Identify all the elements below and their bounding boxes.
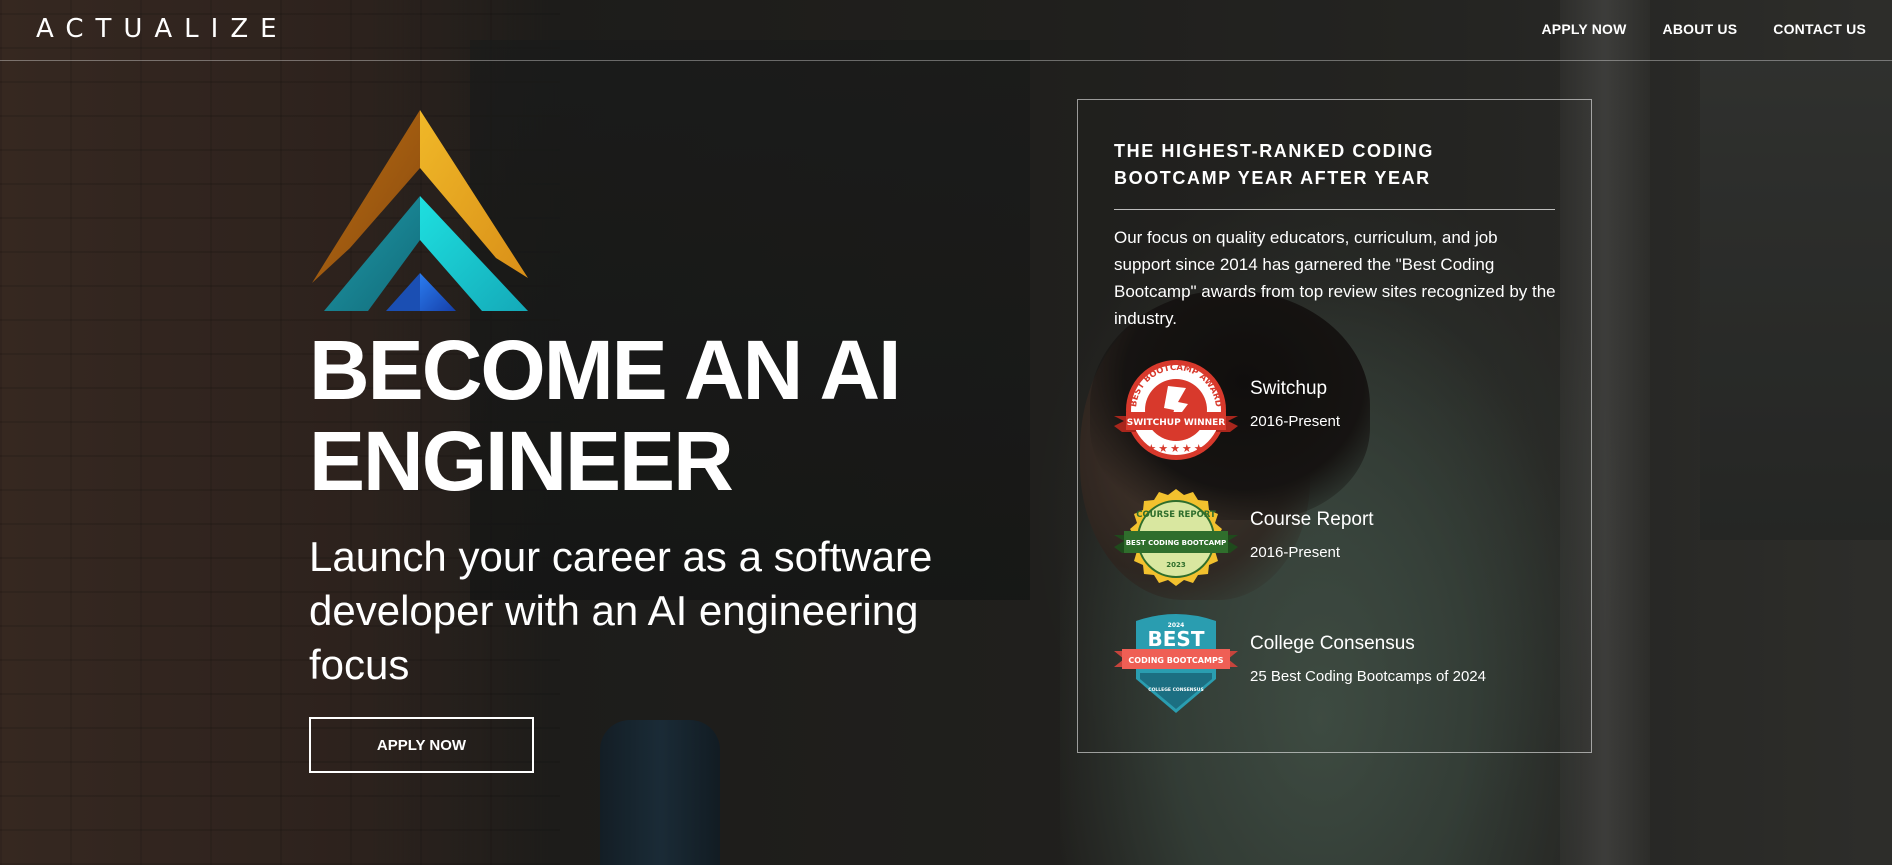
award-college-consensus: 2024 BEST CODING BOOTCAMPS COLLEGE CONSE… [1114, 613, 1564, 723]
hero-title-line-2: ENGINEER [309, 414, 734, 508]
nav-about-us[interactable]: ABOUT US [1663, 21, 1738, 37]
college-consensus-badge-title: BEST [1148, 627, 1205, 651]
awards-divider [1114, 209, 1555, 210]
awards-panel: THE HIGHEST-RANKED CODING BOOTCAMP YEAR … [1077, 99, 1592, 753]
nav-contact-us[interactable]: CONTACT US [1773, 21, 1866, 37]
course-report-badge-top-text: COURSE REPORT [1136, 510, 1216, 520]
hero-subtitle: Launch your career as a software develop… [309, 533, 933, 688]
college-consensus-award-badge-icon: 2024 BEST CODING BOOTCAMPS COLLEGE CONSE… [1114, 614, 1238, 713]
hero-title-line-1: BECOME AN AI [309, 323, 901, 417]
site-header: ACTUALIZE APPLY NOW ABOUT US CONTACT US [0, 0, 1892, 61]
award-switchup: BEST BOOTCAMP AWARD SWITCHUP WINNER ★★★★… [1114, 358, 1564, 468]
switchup-badge-ribbon-text: SWITCHUP WINNER [1127, 418, 1226, 428]
college-consensus-badge-footer-text: COLLEGE CONSENSUS [1148, 687, 1203, 693]
award-name: Switchup [1250, 378, 1328, 399]
award-name: College Consensus [1250, 633, 1415, 654]
awards-description: Our focus on quality educators, curricul… [1114, 228, 1556, 328]
actualize-mountain-logo-icon [312, 110, 528, 311]
award-course-report: COURSE REPORT BEST CODING BOOTCAMP 2023 … [1114, 489, 1564, 599]
top-nav: APPLY NOW ABOUT US CONTACT US [1542, 21, 1867, 37]
course-report-badge-ribbon-text: BEST CODING BOOTCAMP [1126, 539, 1227, 547]
award-period: 2016-Present [1250, 544, 1341, 561]
award-period: 25 Best Coding Bootcamps of 2024 [1250, 668, 1486, 685]
brand-logo-text[interactable]: ACTUALIZE [36, 14, 289, 44]
svg-text:★★★★★: ★★★★★ [1146, 442, 1205, 455]
nav-apply-now[interactable]: APPLY NOW [1542, 21, 1627, 37]
award-period: 2016-Present [1250, 413, 1341, 430]
course-report-badge-year: 2023 [1166, 561, 1186, 569]
award-name: Course Report [1250, 509, 1374, 530]
course-report-award-badge-icon: COURSE REPORT BEST CODING BOOTCAMP 2023 [1114, 489, 1238, 586]
awards-heading: THE HIGHEST-RANKED CODING BOOTCAMP YEAR … [1114, 141, 1435, 188]
switchup-award-badge-icon: BEST BOOTCAMP AWARD SWITCHUP WINNER ★★★★… [1114, 360, 1238, 460]
hero-title: BECOME AN AI ENGINEER [309, 325, 969, 507]
college-consensus-badge-ribbon-text: CODING BOOTCAMPS [1128, 656, 1223, 665]
hero-apply-now-button[interactable]: APPLY NOW [309, 717, 534, 773]
